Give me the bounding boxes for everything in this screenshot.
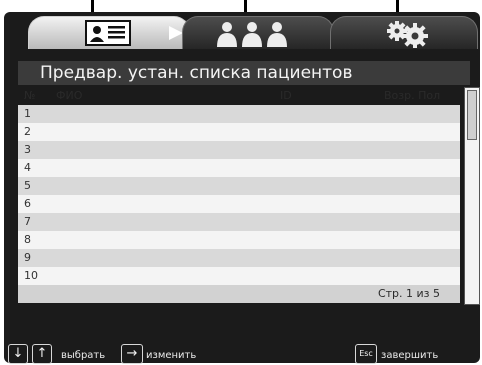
right-key-button[interactable]: → — [121, 344, 143, 364]
row-number: 10 — [24, 269, 38, 282]
table-row[interactable]: 3 — [18, 141, 460, 159]
table-row[interactable]: 7 — [18, 213, 460, 231]
scrollbar-thumb[interactable] — [467, 90, 477, 140]
select-hint: выбрать — [61, 350, 106, 361]
table-row[interactable]: 8 — [18, 231, 460, 249]
row-number: 1 — [24, 107, 31, 120]
row-number: 8 — [24, 233, 31, 246]
column-header-id: ID — [280, 89, 292, 102]
row-number: 3 — [24, 143, 31, 156]
finish-hint: завершить — [381, 350, 439, 361]
patient-list-panel: Предвар. устан. списка пациентов № ФИО I… — [18, 51, 480, 327]
up-key-button[interactable]: ↑ — [32, 344, 52, 364]
divider-tick — [91, 0, 94, 12]
row-number: 7 — [24, 215, 31, 228]
row-number: 2 — [24, 125, 31, 138]
patients-group-icon — [215, 21, 289, 51]
table-row[interactable]: 6 — [18, 195, 460, 213]
edit-hint: изменить — [146, 350, 197, 361]
divider-tick — [244, 0, 247, 12]
device-screen: Предвар. устан. списка пациентов № ФИО I… — [4, 12, 480, 364]
page-title: Предвар. устан. списка пациентов — [40, 63, 353, 83]
page-indicator: Стр. 1 из 5 — [377, 287, 440, 300]
row-number: 9 — [24, 251, 31, 264]
row-number: 5 — [24, 179, 31, 192]
column-header-no: № — [24, 89, 36, 102]
table-row[interactable]: 5 — [18, 177, 460, 195]
tab-patient-card[interactable] — [28, 16, 190, 49]
tab-settings[interactable] — [330, 16, 478, 49]
table-row[interactable]: 4 — [18, 159, 460, 177]
table-footer: Стр. 1 из 5 — [18, 285, 460, 303]
row-number: 4 — [24, 161, 31, 174]
divider-tick — [396, 0, 399, 12]
column-header-name: ФИО — [56, 89, 83, 102]
settings-gears-icon — [385, 20, 429, 52]
table-header: № ФИО ID Возр. Пол — [18, 87, 460, 105]
title-bar: Предвар. устан. списка пациентов — [18, 61, 470, 85]
table-row[interactable]: 2 — [18, 123, 460, 141]
row-number: 6 — [24, 197, 31, 210]
tab-patients-list[interactable] — [182, 16, 334, 49]
table-row[interactable]: 9 — [18, 249, 460, 267]
patient-rows: 1 2 3 4 5 6 7 8 9 10 — [18, 105, 460, 285]
table-row[interactable]: 10 — [18, 267, 460, 285]
patient-card-icon — [85, 20, 131, 50]
down-key-button[interactable]: ↓ — [8, 344, 28, 364]
scrollbar[interactable] — [464, 87, 480, 305]
column-header-age-sex: Возр. Пол — [384, 89, 441, 102]
table-row[interactable]: 1 — [18, 105, 460, 123]
esc-key-button[interactable]: Esc — [355, 344, 377, 364]
